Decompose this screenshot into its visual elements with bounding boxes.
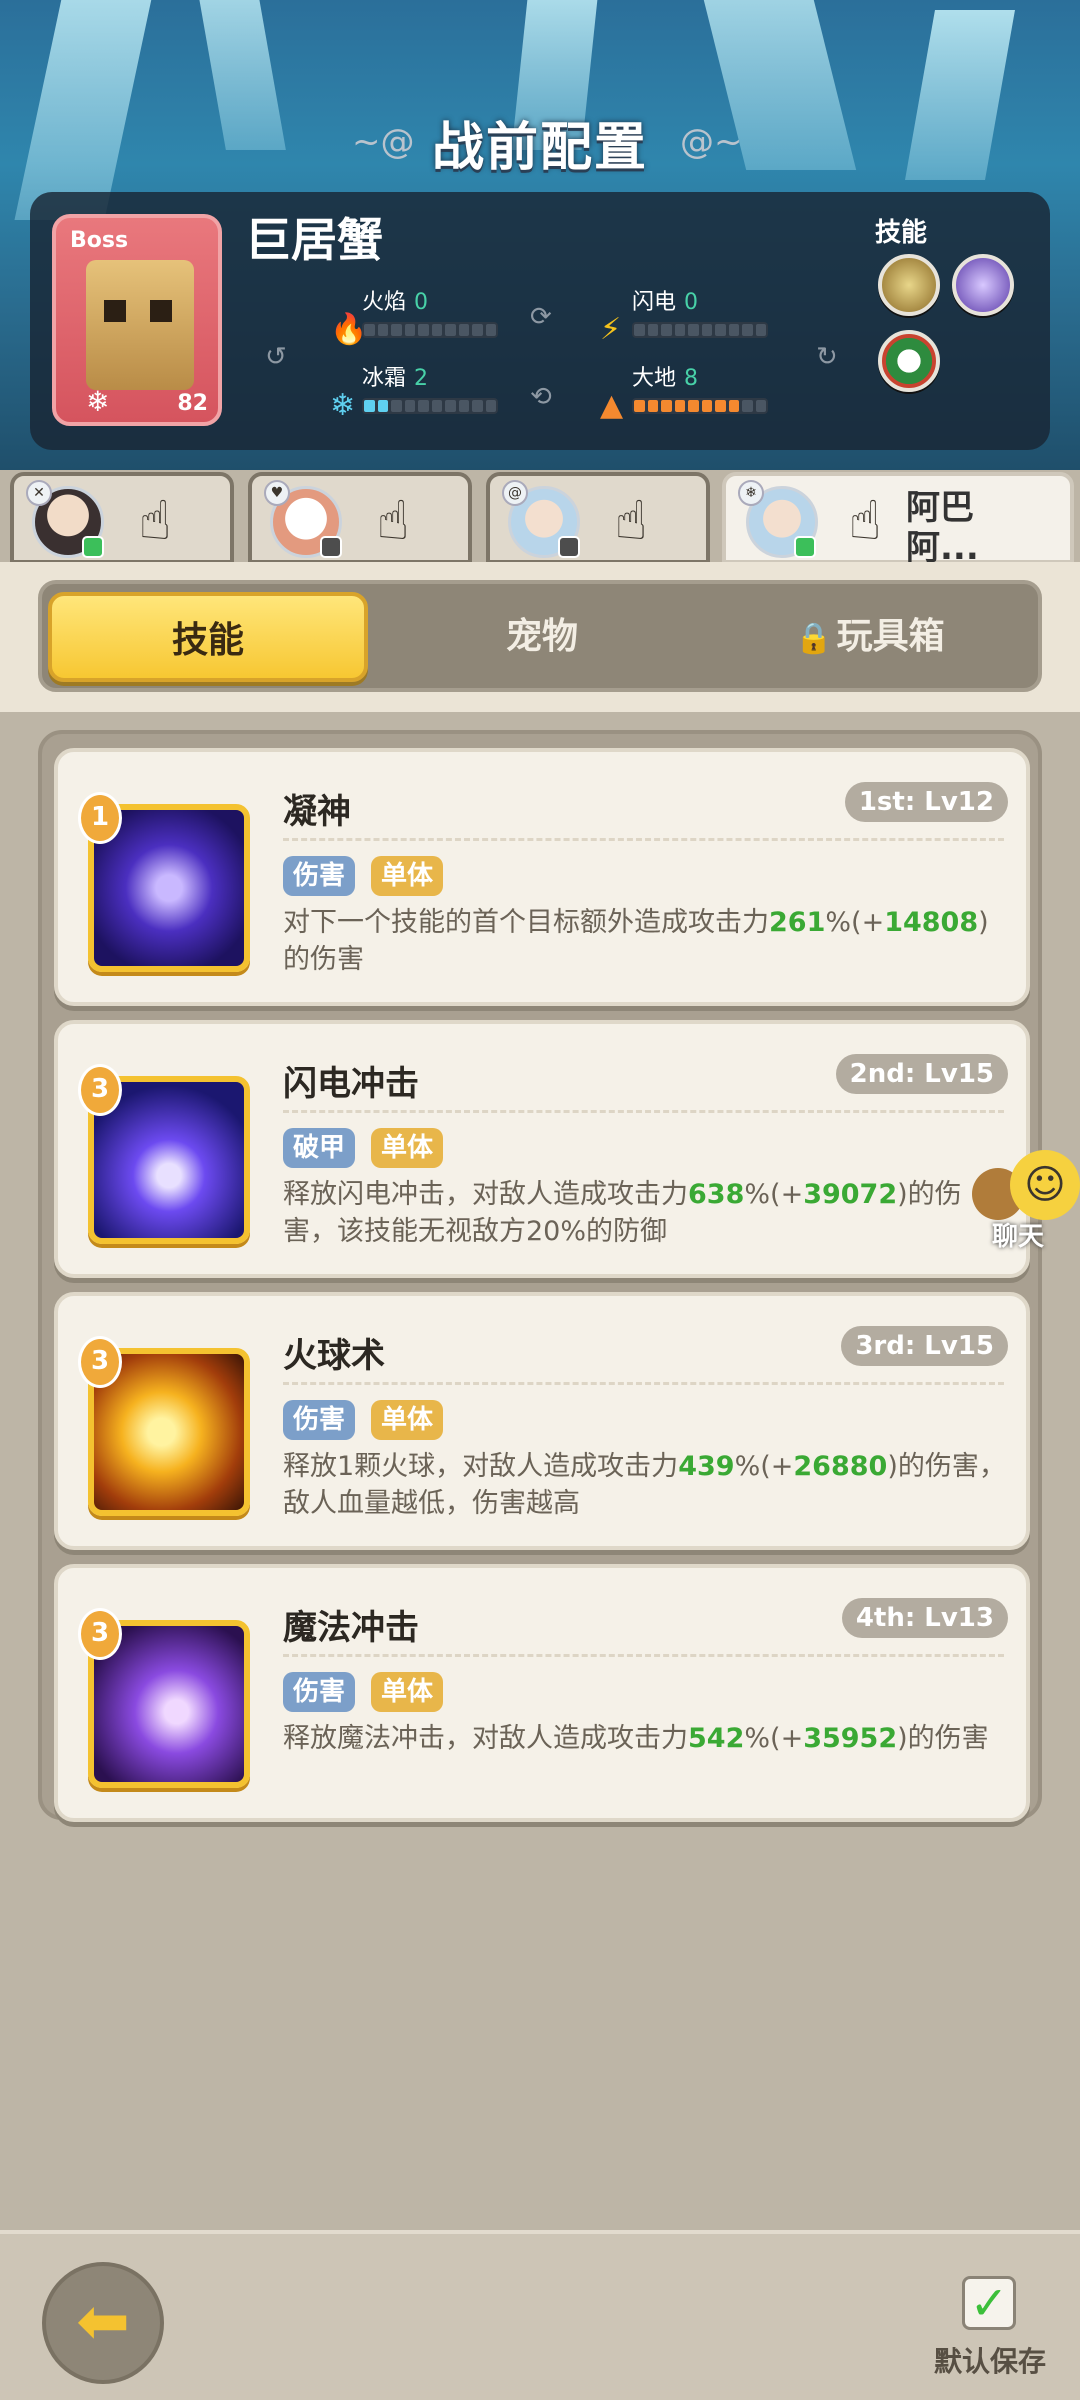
skill-rank-badge: 3 [78, 1336, 122, 1388]
swap-hand-icon: ☝ [376, 489, 410, 552]
tab-toybox[interactable]: 🔒 玩具箱 [710, 592, 1030, 682]
team-member-name: 阿巴阿... [906, 488, 979, 568]
smiley-chat-icon: ☺ [1010, 1150, 1080, 1220]
boss-skill-swirl-icon[interactable] [952, 254, 1014, 316]
swap-hand-icon: ☝ [614, 489, 648, 552]
team-slot-3[interactable]: @ ☝ [486, 472, 710, 564]
skill-rank-badge: 1 [78, 792, 122, 844]
section-tabs: 技能 宠物 🔒 玩具箱 [38, 580, 1042, 692]
cycle-arrow-icon: ⟲ [530, 382, 552, 412]
boss-info-panel: Boss ❄ 82 巨居蟹 火焰 0 🔥 闪电 0 ⚡ 冰霜 2 ❄ 大地 8 ▲ ⟳ … [30, 192, 1050, 450]
element-fire: 火焰 0 🔥 [330, 284, 530, 354]
element-lightning-value: 0 [684, 290, 699, 315]
swap-hand-icon: ☝ [848, 489, 882, 552]
snowflake-icon: ❄ [86, 385, 110, 418]
skill-name: 闪电冲击 [283, 1064, 419, 1104]
skill-description: 对下一个技能的首个目标额外造成攻击力261%(+14808)的伤害 [283, 907, 989, 975]
element-fire-bar [362, 322, 498, 338]
cycle-arrow-icon: ↺ [265, 342, 287, 372]
element-lightning-label: 闪电 [632, 290, 677, 315]
frost-badge-icon: ❄ [738, 480, 764, 506]
chat-button[interactable]: ☺ 聊天 [972, 1150, 1080, 1252]
divider [283, 838, 1004, 841]
skill-description: 释放1颗火球，对敌人造成攻击力439%(+26880)的伤害，敌人血量越低，伤害… [283, 1451, 1006, 1519]
skill-card-2[interactable]: 3 闪电冲击 2nd: Lv15 破甲 单体 释放闪电冲击，对敌人造成攻击力63… [54, 1020, 1030, 1278]
status-badge [82, 536, 104, 558]
skill-tag: 单体 [371, 1672, 444, 1712]
status-badge [558, 536, 580, 558]
element-frost-value: 2 [414, 366, 429, 391]
skill-slot-level: 3rd: Lv15 [841, 1326, 1008, 1366]
default-save-label: 默认保存 [934, 2345, 1047, 2378]
skill-slot-level: 2nd: Lv15 [835, 1054, 1008, 1094]
skill-tag: 伤害 [283, 1400, 356, 1440]
boss-tag: Boss [70, 228, 129, 253]
tab-skills[interactable]: 技能 [48, 592, 368, 682]
element-lightning: 闪电 0 ⚡ [600, 284, 800, 354]
lightning-icon: ⚡ [600, 312, 622, 347]
boss-level: 82 [177, 391, 208, 416]
fire-badge-icon: ✕ [26, 480, 52, 506]
cycle-arrow-icon: ⟳ [530, 302, 552, 332]
element-earth-value: 8 [684, 366, 699, 391]
skill-name: 魔法冲击 [283, 1608, 419, 1648]
status-badge [794, 536, 816, 558]
chat-label: 聊天 [992, 1222, 1045, 1252]
element-frost: 冰霜 2 ❄ [330, 360, 530, 430]
element-earth-label: 大地 [632, 366, 677, 391]
boss-figure-image [86, 260, 194, 390]
page-title: 战前配置 [431, 118, 648, 178]
skill-description: 释放闪电冲击，对敌人造成攻击力638%(+39072)的伤害，该技能无视敌方20… [283, 1179, 962, 1247]
boss-skill-gear-icon[interactable] [878, 254, 940, 316]
team-slot-1[interactable]: ✕ ☝ [10, 472, 234, 564]
skill-tag: 单体 [371, 856, 444, 896]
heart-badge-icon: ♥ [264, 480, 290, 506]
skill-rank-badge: 3 [78, 1608, 122, 1660]
team-slot-4-selected[interactable]: ❄ ☝ 阿巴阿... [722, 472, 1074, 568]
skill-tag: 伤害 [283, 856, 356, 896]
skill-name: 火球术 [283, 1336, 385, 1376]
tab-toybox-label: 玩具箱 [836, 616, 945, 657]
element-lightning-bar [632, 322, 768, 338]
default-save-checkbox[interactable]: ✓ [962, 2276, 1016, 2330]
skill-slot-level: 4th: Lv13 [841, 1598, 1008, 1638]
boss-name: 巨居蟹 [245, 213, 383, 267]
skill-list: 1 凝神 1st: Lv12 伤害 单体 对下一个技能的首个目标额外造成攻击力2… [38, 730, 1042, 1822]
skill-name: 凝神 [283, 792, 351, 832]
lock-icon: 🔒 [795, 621, 833, 656]
swirl-badge-icon: @ [502, 480, 528, 506]
skill-card-1[interactable]: 1 凝神 1st: Lv12 伤害 单体 对下一个技能的首个目标额外造成攻击力2… [54, 748, 1030, 1006]
cycle-arrow-icon: ↻ [816, 342, 838, 372]
element-earth: 大地 8 ▲ [600, 360, 800, 430]
element-fire-value: 0 [414, 290, 429, 315]
divider [283, 1382, 1004, 1385]
skill-card-3[interactable]: 3 火球术 3rd: Lv15 伤害 单体 释放1颗火球，对敌人造成攻击力439… [54, 1292, 1030, 1550]
skill-tag: 伤害 [283, 1672, 356, 1712]
boss-portrait[interactable]: Boss ❄ 82 [52, 214, 222, 426]
element-frost-label: 冰霜 [362, 366, 407, 391]
back-arrow-button[interactable]: ⬅ [42, 2262, 164, 2384]
skill-card-4[interactable]: 3 魔法冲击 4th: Lv13 伤害 单体 释放魔法冲击，对敌人造成攻击力54… [54, 1564, 1030, 1822]
swap-hand-icon: ☝ [138, 489, 172, 552]
skill-rank-badge: 3 [78, 1064, 122, 1116]
divider [283, 1654, 1004, 1657]
element-fire-label: 火焰 [362, 290, 407, 315]
skill-slot-level: 1st: Lv12 [844, 782, 1008, 822]
skill-tag: 单体 [371, 1128, 444, 1168]
boss-skills-label: 技能 [875, 218, 928, 248]
skill-description: 释放魔法冲击，对敌人造成攻击力542%(+35952)的伤害 [283, 1723, 989, 1754]
divider [283, 1110, 1004, 1113]
tab-pets[interactable]: 宠物 [382, 592, 702, 682]
element-earth-bar [632, 398, 768, 414]
snowflake-icon: ❄ [330, 388, 356, 423]
status-badge [320, 536, 342, 558]
skill-tag: 单体 [371, 1400, 444, 1440]
skill-tag: 破甲 [283, 1128, 356, 1168]
team-slot-2[interactable]: ♥ ☝ [248, 472, 472, 564]
mountain-icon: ▲ [600, 388, 624, 423]
element-frost-bar [362, 398, 498, 414]
boss-skill-leaf-icon[interactable] [878, 330, 940, 392]
